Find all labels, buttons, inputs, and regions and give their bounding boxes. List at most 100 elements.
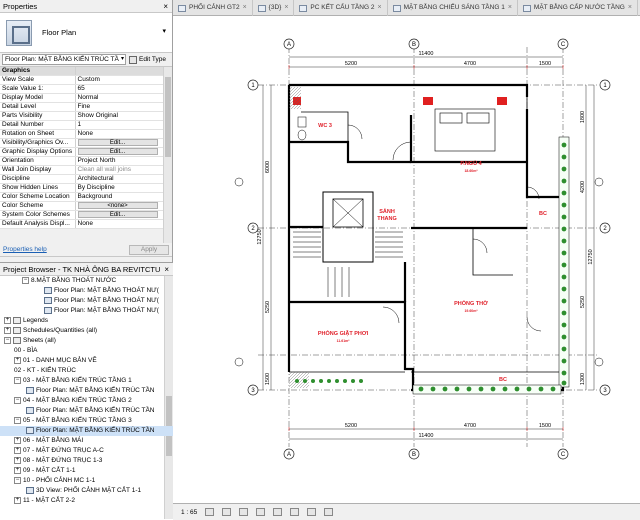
view-scale[interactable]: 1 : 65	[181, 509, 197, 516]
property-value[interactable]: Background	[75, 192, 163, 203]
browser-tree-item[interactable]: 02 - KT - KIẾN TRÚC	[0, 366, 173, 376]
view-tab[interactable]: MẶT BẰNG CHIẾU SÁNG TẦNG 1 ×	[388, 0, 518, 16]
collapse-icon[interactable]: −	[4, 336, 11, 344]
property-value[interactable]: 65	[75, 84, 163, 95]
instance-selector[interactable]: Floor Plan: MẶT BẰNG KIẾN TRÚC TẦ ▾	[2, 54, 126, 65]
lock-3d-view-icon[interactable]	[307, 508, 317, 516]
properties-scrollbar[interactable]	[163, 67, 172, 243]
sun-path-icon[interactable]	[239, 508, 249, 516]
expand-icon[interactable]: +	[4, 316, 11, 324]
edit-button[interactable]: <none>	[77, 202, 158, 210]
expand-icon[interactable]: +	[14, 446, 21, 454]
browser-tree-item[interactable]: Floor Plan: MẶT BẰNG THOÁT NƯ(	[0, 286, 173, 296]
close-icon[interactable]: ×	[377, 0, 381, 16]
dimension-right: 1300	[580, 373, 586, 385]
browser-tree-item[interactable]: 00 - BÌA	[0, 346, 173, 356]
drawing-canvas[interactable]: A B C A B C 1 2 3 1 2 3 11400 5200 4700 …	[173, 17, 640, 503]
temporary-hide-icon[interactable]	[324, 508, 334, 516]
view-icon	[522, 4, 531, 12]
property-value[interactable]: 1	[75, 120, 163, 131]
view-tab[interactable]: MẶT BẰNG CẤP NƯỚC TẦNG ×	[518, 0, 638, 16]
dimension-left: 6000	[265, 161, 271, 173]
property-value-button[interactable]: Edit...	[75, 147, 163, 158]
expand-icon[interactable]: +	[14, 496, 21, 504]
view-tab[interactable]: PHỐI CẢNH GT2 ×	[173, 0, 253, 16]
close-icon[interactable]: ×	[243, 0, 247, 16]
browser-tree-item[interactable]: +01 - DANH MỤC BẢN VẼ	[0, 356, 173, 366]
edit-button[interactable]: Edit...	[77, 139, 158, 147]
expand-icon[interactable]: +	[4, 326, 11, 334]
close-icon[interactable]: ×	[508, 0, 512, 16]
collapse-icon[interactable]: −	[22, 276, 29, 284]
browser-tree-item[interactable]: −8.MẶT BẰNG THOÁT NƯỚC	[0, 276, 173, 286]
property-value[interactable]: Architectural	[75, 174, 163, 185]
property-value[interactable]: Clean all wall joins	[75, 165, 163, 176]
property-value-button[interactable]: Edit...	[75, 210, 163, 221]
crop-view-icon[interactable]	[273, 508, 283, 516]
close-icon[interactable]: ×	[284, 0, 288, 16]
property-value[interactable]: None	[75, 219, 163, 230]
browser-tree-item[interactable]: − Sheets (all)	[0, 336, 173, 346]
browser-tree-item[interactable]: +07 - MẶT ĐỨNG TRỤC A-C	[0, 446, 173, 456]
property-value[interactable]: Show Original	[75, 111, 163, 122]
expand-icon[interactable]: +	[14, 466, 21, 474]
edit-button[interactable]: Edit...	[77, 211, 158, 219]
expand-icon[interactable]: +	[14, 436, 21, 444]
browser-tree-item[interactable]: Floor Plan: MẶT BẰNG THOÁT NƯ(	[0, 296, 173, 306]
browser-tree-item[interactable]: −03 - MẶT BẰNG KIẾN TRÚC TẦNG 1	[0, 376, 173, 386]
properties-help-link[interactable]: Properties help	[3, 246, 47, 253]
browser-tree-item[interactable]: Floor Plan: MẶT BẰNG KIẾN TRÚC TẦN	[0, 406, 173, 416]
collapse-icon[interactable]: −	[14, 476, 21, 484]
property-value[interactable]: Fine	[75, 102, 163, 113]
view-tab[interactable]: {3D} ×	[253, 0, 295, 16]
type-selector[interactable]: Floor Plan ▾	[0, 13, 172, 53]
grid-label-bottom: A	[287, 452, 291, 458]
property-name: Display Model	[0, 93, 76, 104]
show-crop-region-icon[interactable]	[290, 508, 300, 516]
browser-tree-item[interactable]: +08 - MẶT ĐỨNG TRỤC 1-3	[0, 456, 173, 466]
edit-button[interactable]: Edit...	[77, 148, 158, 156]
browser-tree-item[interactable]: −04 - MẶT BẰNG KIẾN TRÚC TẦNG 2	[0, 396, 173, 406]
close-icon[interactable]: ×	[164, 263, 169, 276]
browser-tree-item[interactable]: −05 - MẶT BẰNG KIẾN TRÚC TẦNG 3	[0, 416, 173, 426]
property-value[interactable]: By Discipline	[75, 183, 163, 194]
edit-type-button[interactable]: Edit Type	[129, 55, 166, 64]
detail-level-icon[interactable]	[205, 508, 215, 516]
expand-icon[interactable]: +	[14, 456, 21, 464]
apply-button[interactable]: Apply	[129, 244, 169, 255]
expand-icon[interactable]: +	[14, 356, 21, 364]
hatch-area	[289, 87, 301, 109]
scrollbar-thumb[interactable]	[165, 77, 171, 157]
properties-section-header[interactable]: Graphics	[0, 67, 163, 77]
browser-tree-item[interactable]: −10 - PHỐI CẢNH MC 1-1	[0, 476, 173, 486]
browser-tree-item[interactable]: +09 - MẶT CẮT 1-1	[0, 466, 173, 476]
property-value[interactable]: Project North	[75, 156, 163, 167]
property-value-button[interactable]: <none>	[75, 201, 163, 212]
collapse-icon[interactable]: −	[14, 416, 21, 424]
browser-tree-item[interactable]: Floor Plan: MẶT BẰNG THOÁT NƯ(	[0, 306, 173, 316]
property-value[interactable]: None	[75, 129, 163, 140]
browser-tree-item[interactable]: + Schedules/Quantities (all)	[0, 326, 173, 336]
browser-tree-item[interactable]: +06 - MẶT BẰNG MÁI	[0, 436, 173, 446]
property-row: Parts Visibility Show Original	[0, 111, 163, 122]
collapse-icon[interactable]: −	[14, 376, 21, 384]
shadows-icon[interactable]	[256, 508, 266, 516]
close-icon[interactable]: ×	[628, 0, 632, 16]
property-value-button[interactable]: Edit...	[75, 138, 163, 149]
visual-style-icon[interactable]	[222, 508, 232, 516]
browser-tree-item[interactable]: 3D View: PHỐI CẢNH MẶT CẮT 1-1	[0, 486, 173, 496]
browser-tree-item[interactable]: +11 - MẶT CẮT 2-2	[0, 496, 173, 506]
browser-tree-item[interactable]: + Legends	[0, 316, 173, 326]
property-value	[75, 67, 163, 77]
browser-tree-item[interactable]: Floor Plan: MẶT BẰNG KIẾN TRÚC TẦN	[0, 426, 173, 436]
dimension-left: 5250	[265, 301, 271, 313]
chevron-down-icon[interactable]: ▾	[162, 27, 166, 35]
close-icon[interactable]: ×	[163, 0, 168, 13]
property-value[interactable]: Normal	[75, 93, 163, 104]
browser-tree-label: 05 - MẶT BẰNG KIẾN TRÚC TẦNG 3	[23, 417, 132, 424]
collapse-icon[interactable]: −	[14, 396, 21, 404]
browser-tree-item[interactable]: Floor Plan: MẶT BẰNG KIẾN TRÚC TẦN	[0, 386, 173, 396]
group-icon	[13, 316, 21, 324]
property-value[interactable]: Custom	[75, 75, 163, 86]
view-tab[interactable]: PC KẾT CẤU TẦNG 2 ×	[294, 0, 388, 16]
